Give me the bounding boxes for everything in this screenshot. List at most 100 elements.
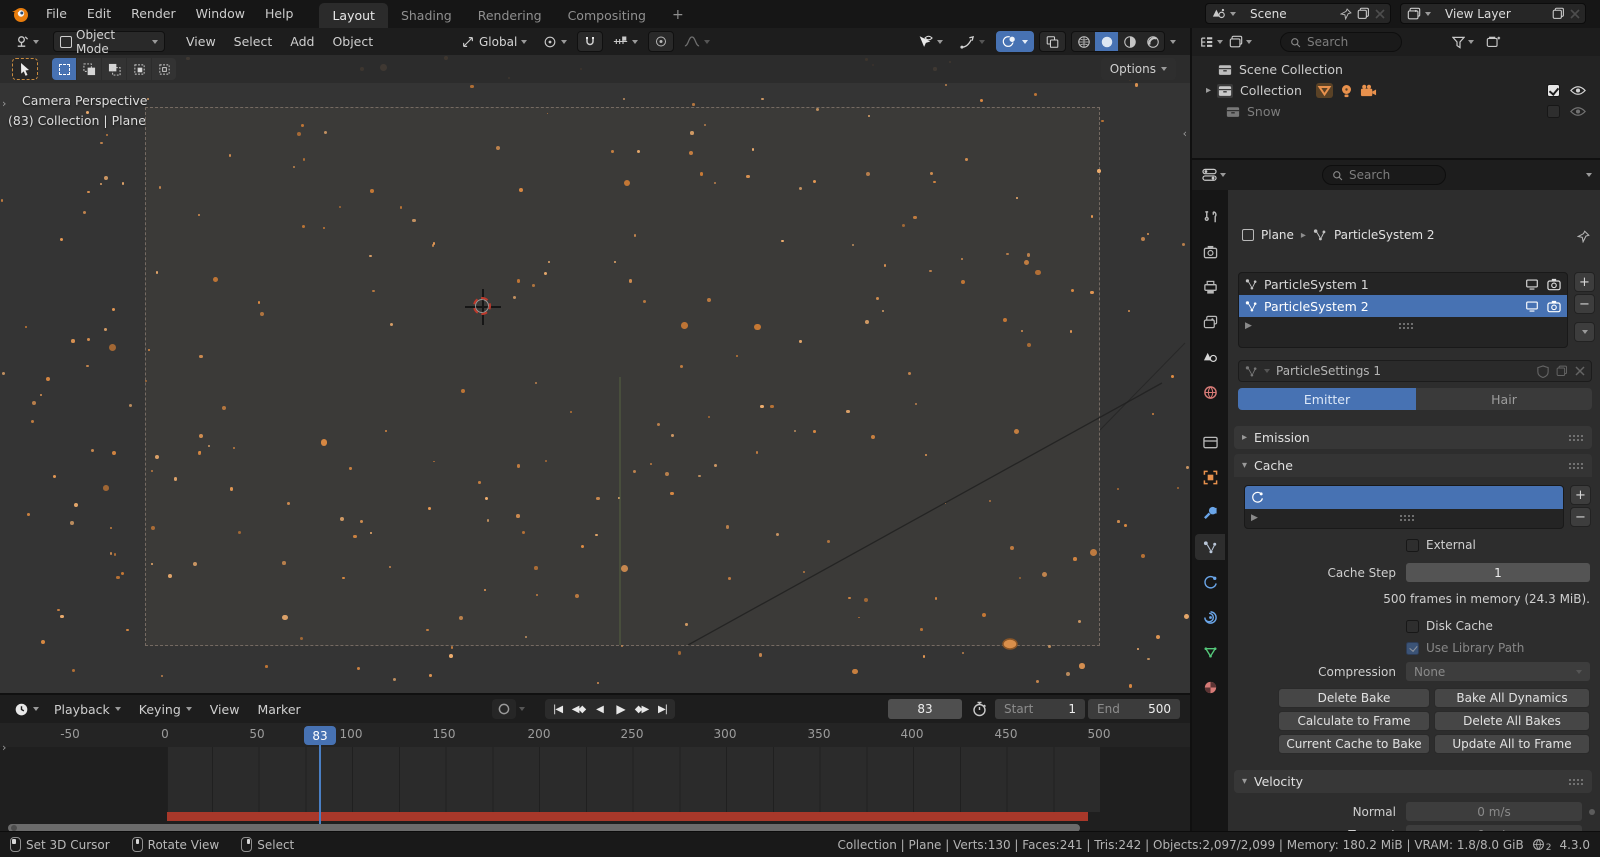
hide-viewport-eye-icon[interactable] xyxy=(1570,106,1586,117)
list-item-particlesystem-1[interactable]: ParticleSystem 1 xyxy=(1239,273,1567,295)
menu-timeline-view[interactable]: View xyxy=(201,696,249,723)
shading-rendered-button[interactable] xyxy=(1141,32,1164,51)
active-tool-select-box[interactable] xyxy=(12,58,38,80)
timeline-editor-type-dropdown[interactable] xyxy=(8,699,45,720)
playhead-line[interactable] xyxy=(319,741,321,824)
workspace-tab-layout[interactable]: Layout xyxy=(319,3,388,28)
unlink-scene-icon[interactable] xyxy=(1375,8,1385,19)
disk-cache-checkbox[interactable] xyxy=(1406,619,1419,633)
menu-render[interactable]: Render xyxy=(121,0,186,28)
pin-id-icon[interactable] xyxy=(1577,230,1590,243)
proportional-falloff-dropdown[interactable] xyxy=(678,31,716,52)
cache-step-field[interactable]: 1 xyxy=(1406,563,1590,582)
orientation-dropdown[interactable]: Global xyxy=(455,31,533,52)
editor-type-dropdown[interactable] xyxy=(8,31,45,52)
tab-collection[interactable] xyxy=(1195,429,1225,455)
tab-tool[interactable] xyxy=(1195,204,1225,230)
outliner-display-mode-dropdown[interactable] xyxy=(1229,35,1252,49)
snap-settings-dropdown[interactable] xyxy=(607,31,644,52)
shading-dropdown[interactable] xyxy=(1170,39,1176,44)
pin-icon[interactable] xyxy=(1340,7,1352,20)
outliner-row-snow[interactable]: Snow xyxy=(1192,101,1600,122)
outliner-editor-type-dropdown[interactable] xyxy=(1200,36,1223,49)
workspace-tab-compositing[interactable]: Compositing xyxy=(555,3,659,28)
menu-help[interactable]: Help xyxy=(255,0,304,28)
menu-viewport-object[interactable]: Object xyxy=(323,28,382,55)
menu-edit[interactable]: Edit xyxy=(77,0,121,28)
menu-playback[interactable]: Playback xyxy=(45,696,130,723)
tab-object-data[interactable] xyxy=(1195,639,1225,665)
shading-material-button[interactable] xyxy=(1118,32,1141,51)
blender-logo-icon[interactable] xyxy=(10,4,30,24)
panel-velocity[interactable]: ▾ Velocity xyxy=(1234,770,1592,793)
playhead-badge[interactable]: 83 xyxy=(304,726,336,745)
current-frame-field[interactable]: 83 xyxy=(888,699,962,719)
sidebar-toggle-arrow[interactable]: ‹ xyxy=(1183,127,1187,140)
use-preview-range-icon[interactable] xyxy=(972,701,987,717)
xray-toggle[interactable] xyxy=(1039,31,1066,52)
new-scene-icon[interactable] xyxy=(1357,7,1370,20)
new-collection-button[interactable] xyxy=(1486,35,1501,49)
velocity-normal-field[interactable]: 0 m/s xyxy=(1406,802,1582,821)
properties-editor-type-dropdown[interactable] xyxy=(1202,168,1226,182)
update-all-to-frame-button[interactable]: Update All to Frame xyxy=(1434,734,1590,754)
breadcrumb-object[interactable]: Plane xyxy=(1261,228,1294,242)
panel-emission[interactable]: ▸ Emission xyxy=(1234,426,1592,449)
viewport-display-icon[interactable] xyxy=(1525,278,1539,291)
outliner-filter-dropdown[interactable] xyxy=(1452,36,1474,49)
menu-viewport-select[interactable]: Select xyxy=(225,28,282,55)
breadcrumb-item[interactable]: ParticleSystem 2 xyxy=(1334,228,1435,242)
outliner-search-input[interactable]: Search xyxy=(1280,32,1402,52)
tab-render[interactable] xyxy=(1195,239,1225,265)
tab-view-layer[interactable] xyxy=(1195,309,1225,335)
tab-object[interactable] xyxy=(1195,464,1225,490)
add-workspace-button[interactable]: + xyxy=(659,3,697,28)
menu-file[interactable]: File xyxy=(36,0,77,28)
render-display-icon[interactable] xyxy=(1547,278,1561,291)
calculate-to-frame-button[interactable]: Calculate to Frame xyxy=(1278,711,1430,731)
snap-toggle[interactable] xyxy=(577,31,604,52)
select-mode-intersect[interactable] xyxy=(152,58,176,80)
tab-constraints[interactable] xyxy=(1195,604,1225,630)
shading-solid-button[interactable] xyxy=(1095,32,1118,51)
menu-viewport-view[interactable]: View xyxy=(177,28,225,55)
properties-options-dropdown[interactable] xyxy=(1586,173,1592,177)
list-expand-icon[interactable]: ▶ xyxy=(1251,513,1258,523)
particle-specials-dropdown[interactable] xyxy=(1574,322,1595,342)
render-display-icon[interactable] xyxy=(1547,300,1561,313)
timeline-ruler[interactable]: -50 0 50 100 150 200 250 300 350 400 450… xyxy=(0,723,1190,747)
remove-view-layer-icon[interactable] xyxy=(1570,8,1580,19)
view-layer-type-dropdown[interactable] xyxy=(1401,4,1437,23)
tab-modifiers[interactable] xyxy=(1195,499,1225,525)
add-cache-button[interactable]: + xyxy=(1570,485,1591,505)
previous-keyframe-button[interactable]: ◀◆ xyxy=(568,699,589,719)
scene-name[interactable]: Scene xyxy=(1242,7,1340,21)
type-tab-emitter[interactable]: Emitter xyxy=(1238,388,1416,410)
menu-keying[interactable]: Keying xyxy=(130,696,201,723)
current-cache-to-bake-button[interactable]: Current Cache to Bake xyxy=(1278,734,1430,754)
collection-checkbox[interactable] xyxy=(1547,84,1560,97)
list-resize-grip[interactable] xyxy=(1399,513,1416,522)
timeline-region-toggle-arrow[interactable]: › xyxy=(2,741,6,754)
select-mode-invert[interactable] xyxy=(127,58,151,80)
list-item-particlesystem-2[interactable]: ParticleSystem 2 xyxy=(1239,295,1567,317)
add-particle-system-button[interactable]: + xyxy=(1574,272,1595,292)
external-checkbox[interactable] xyxy=(1406,538,1419,552)
end-frame-field[interactable]: End 500 xyxy=(1088,699,1180,719)
workspace-tab-rendering[interactable]: Rendering xyxy=(465,3,555,28)
tab-world[interactable] xyxy=(1195,379,1225,405)
select-mode-subtract[interactable] xyxy=(102,58,126,80)
timeline-body[interactable] xyxy=(0,747,1190,812)
type-tab-hair[interactable]: Hair xyxy=(1416,388,1592,410)
overlays-toggle[interactable] xyxy=(996,31,1034,52)
panel-drag-grip[interactable] xyxy=(1568,461,1584,470)
mode-selector[interactable]: Object Mode xyxy=(53,28,165,56)
viewport-canvas[interactable]: Camera Perspective (83) Collection | Pla… xyxy=(0,55,1190,693)
select-mode-set[interactable] xyxy=(52,58,76,80)
particle-settings-name[interactable]: ParticleSettings 1 xyxy=(1276,364,1381,378)
menu-marker[interactable]: Marker xyxy=(248,696,309,723)
outliner-row-collection[interactable]: ▸ Collection xyxy=(1192,80,1600,101)
auto-keyframe-toggle[interactable] xyxy=(492,699,516,719)
bake-all-dynamics-button[interactable]: Bake All Dynamics xyxy=(1434,688,1590,708)
extensions-globe-icon[interactable]: 2 xyxy=(1532,837,1551,853)
